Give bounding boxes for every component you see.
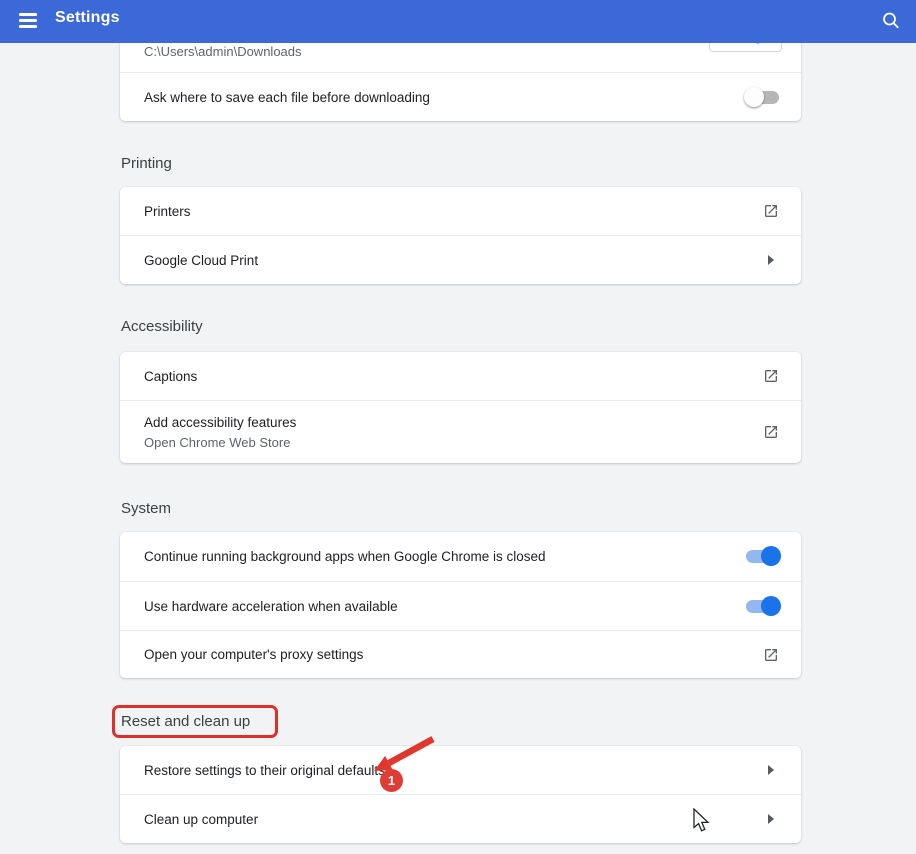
mouse-cursor-icon xyxy=(692,808,712,834)
google-cloud-print-row[interactable]: Google Cloud Print xyxy=(120,235,801,284)
app-header: Settings xyxy=(0,0,916,43)
system-card: Continue running background apps when Go… xyxy=(120,532,801,678)
chevron-right-icon xyxy=(768,765,774,775)
highlight-rectangle-annotation xyxy=(112,705,278,738)
printers-row[interactable]: Printers xyxy=(120,187,801,235)
add-accessibility-features-row[interactable]: Add accessibility features Open Chrome W… xyxy=(120,400,801,463)
hardware-acceleration-row[interactable]: Use hardware acceleration when available xyxy=(120,581,801,630)
chrome-settings-page: Settings C:\Users\admin\Downloads Change… xyxy=(0,0,916,854)
printing-card: Printers Google Cloud Print xyxy=(120,187,801,284)
external-link-icon xyxy=(763,424,779,440)
accessibility-card: Captions Add accessibility features Open… xyxy=(120,352,801,463)
section-title-printing: Printing xyxy=(121,155,172,172)
chevron-right-icon xyxy=(768,814,774,824)
background-apps-label: Continue running background apps when Go… xyxy=(144,549,546,564)
external-link-icon xyxy=(763,647,779,663)
section-title-system: System xyxy=(121,500,171,517)
open-chrome-web-store-sublabel: Open Chrome Web Store xyxy=(144,435,296,450)
external-link-icon xyxy=(763,368,779,384)
menu-icon[interactable] xyxy=(19,13,37,29)
section-title-accessibility: Accessibility xyxy=(121,318,203,335)
captions-row[interactable]: Captions xyxy=(120,352,801,400)
proxy-settings-row[interactable]: Open your computer's proxy settings xyxy=(120,630,801,678)
clean-up-computer-label: Clean up computer xyxy=(144,812,258,827)
ask-where-to-save-row[interactable]: Ask where to save each file before downl… xyxy=(120,72,801,121)
search-icon[interactable] xyxy=(878,8,904,34)
restore-settings-label: Restore settings to their original defau… xyxy=(144,763,385,778)
restore-settings-row[interactable]: Restore settings to their original defau… xyxy=(120,746,801,794)
ask-where-to-save-toggle[interactable] xyxy=(746,91,779,104)
background-apps-row[interactable]: Continue running background apps when Go… xyxy=(120,532,801,581)
download-location-value: C:\Users\admin\Downloads xyxy=(144,44,302,59)
chevron-right-icon xyxy=(768,255,774,265)
google-cloud-print-label: Google Cloud Print xyxy=(144,253,258,268)
add-accessibility-features-label: Add accessibility features xyxy=(144,415,296,430)
hardware-acceleration-toggle[interactable] xyxy=(746,600,779,613)
external-link-icon xyxy=(763,203,779,219)
proxy-settings-label: Open your computer's proxy settings xyxy=(144,647,363,662)
captions-label: Captions xyxy=(144,369,197,384)
background-apps-toggle[interactable] xyxy=(746,550,779,563)
ask-where-to-save-label: Ask where to save each file before downl… xyxy=(144,90,430,105)
hardware-acceleration-label: Use hardware acceleration when available xyxy=(144,599,398,614)
printers-label: Printers xyxy=(144,204,191,219)
step-number-badge: 1 xyxy=(380,769,403,792)
page-title: Settings xyxy=(55,9,120,27)
